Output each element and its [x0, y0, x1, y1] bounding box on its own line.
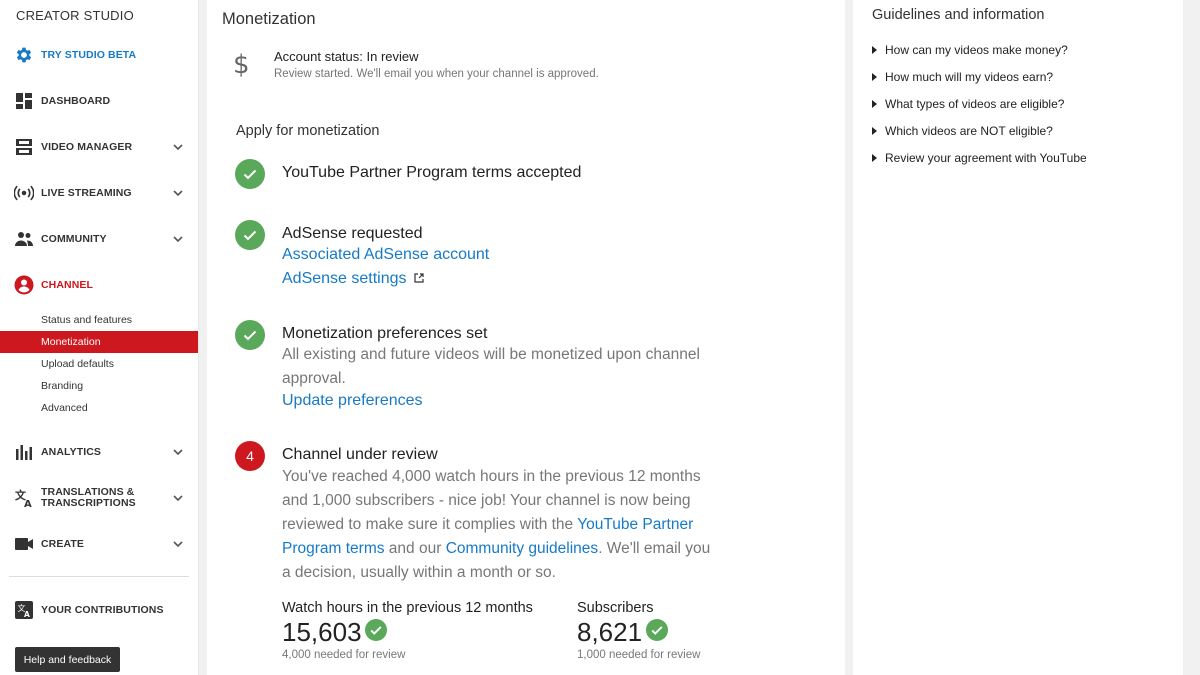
sidebar-item-your-contributions[interactable]: 文A YOUR CONTRIBUTIONS	[0, 595, 199, 625]
sidebar-divider	[9, 576, 189, 577]
watch-hours-value: 15,603	[282, 617, 362, 647]
sidebar-subitem-upload-defaults[interactable]: Upload defaults	[0, 353, 198, 375]
guideline-item[interactable]: How can my videos make money?	[872, 43, 1068, 57]
account-status-detail: Review started. We'll email you when you…	[274, 68, 599, 80]
sidebar-subitem-branding[interactable]: Branding	[0, 375, 198, 397]
guidelines-title: Guidelines and information	[872, 7, 1045, 23]
sidebar-item-label: VIDEO MANAGER	[41, 140, 133, 153]
dashboard-icon	[14, 91, 34, 111]
subscribers-value: 8,621	[577, 617, 643, 647]
sidebar-item-create[interactable]: CREATE	[0, 529, 199, 559]
community-guidelines-link[interactable]: Community guidelines	[446, 540, 599, 557]
account-circle-icon	[14, 275, 34, 295]
guidelines-panel: Guidelines and information How can my vi…	[853, 0, 1183, 675]
sidebar-item-video-manager[interactable]: VIDEO MANAGER	[0, 132, 199, 162]
sidebar-item-analytics[interactable]: ANALYTICS	[0, 437, 199, 467]
sidebar-item-label: DASHBOARD	[41, 94, 111, 107]
help-and-feedback-button[interactable]: Help and feedback	[15, 647, 120, 672]
analytics-icon	[14, 442, 34, 462]
guideline-label: What types of videos are eligible?	[885, 97, 1065, 111]
triangle-right-icon	[872, 73, 877, 81]
chevron-down-icon[interactable]	[171, 537, 185, 551]
video-camera-icon	[14, 534, 34, 554]
watch-hours-requirement: 4,000 needed for review	[282, 649, 406, 661]
sidebar-subitem-monetization[interactable]: Monetization	[0, 331, 198, 353]
step-description: You've reached 4,000 watch hours in the …	[282, 465, 722, 585]
guideline-item[interactable]: How much will my videos earn?	[872, 70, 1053, 84]
translate-icon: 文A	[14, 488, 34, 508]
adsense-settings-link[interactable]: AdSense settings	[282, 270, 424, 288]
check-icon	[235, 159, 265, 189]
triangle-right-icon	[872, 127, 877, 135]
sidebar-item-label: COMMUNITY	[41, 232, 107, 245]
sidebar-item-label: YOUR CONTRIBUTIONS	[41, 603, 164, 616]
sidebar-item-channel[interactable]: CHANNEL	[0, 270, 199, 300]
svg-text:A: A	[24, 610, 30, 619]
sidebar-item-community[interactable]: COMMUNITY	[0, 224, 199, 254]
community-icon	[14, 229, 34, 249]
sidebar-subitem-status-and-features[interactable]: Status and features	[0, 309, 198, 331]
sidebar-item-dashboard[interactable]: DASHBOARD	[0, 86, 199, 116]
sidebar-item-label: ANALYTICS	[41, 445, 102, 458]
subscribers-label: Subscribers	[577, 600, 654, 616]
guideline-label: Review your agreement with YouTube	[885, 151, 1087, 165]
apply-for-monetization-heading: Apply for monetization	[236, 123, 380, 139]
step-title: YouTube Partner Program terms accepted	[282, 164, 582, 181]
studio-title: CREATOR STUDIO	[16, 8, 134, 23]
chevron-down-icon[interactable]	[171, 186, 185, 200]
chevron-down-icon[interactable]	[171, 445, 185, 459]
chevron-down-icon[interactable]	[171, 140, 185, 154]
adsense-settings-label: AdSense settings	[282, 270, 407, 287]
watch-hours-label: Watch hours in the previous 12 months	[282, 600, 533, 616]
account-status: Account status: In review	[274, 49, 419, 64]
step-text-part: and our	[384, 540, 446, 557]
sidebar-item-label: TRANSLATIONS & TRANSCRIPTIONS	[41, 486, 136, 509]
step-number-badge: 4	[235, 441, 265, 471]
contributions-icon: 文A	[14, 600, 34, 620]
external-link-icon	[414, 273, 424, 283]
page-title: Monetization	[222, 10, 316, 28]
sidebar-item-label: LIVE STREAMING	[41, 186, 132, 199]
video-manager-icon	[14, 137, 34, 157]
svg-text:A: A	[24, 499, 32, 508]
sidebar-item-label: CREATE	[41, 537, 84, 550]
check-icon	[365, 619, 387, 641]
chevron-down-icon[interactable]	[171, 232, 185, 246]
sidebar-item-live-streaming[interactable]: LIVE STREAMING	[0, 178, 199, 208]
sidebar-item-try-studio-beta[interactable]: TRY STUDIO BETA	[0, 40, 199, 70]
sidebar-item-translations[interactable]: 文A TRANSLATIONS & TRANSCRIPTIONS	[0, 483, 199, 513]
sidebar-item-label: TRY STUDIO BETA	[41, 48, 137, 61]
triangle-right-icon	[872, 154, 877, 162]
chevron-down-icon[interactable]	[171, 491, 185, 505]
guideline-item[interactable]: Review your agreement with YouTube	[872, 151, 1087, 165]
step-title: AdSense requested	[282, 225, 423, 242]
sidebar-subitem-advanced[interactable]: Advanced	[0, 397, 198, 419]
guideline-item[interactable]: What types of videos are eligible?	[872, 97, 1064, 111]
check-icon	[235, 220, 265, 250]
main-content: Monetization $ Account status: In review…	[207, 0, 845, 675]
step-description: All existing and future videos will be m…	[282, 346, 700, 387]
dollar-icon: $	[233, 50, 250, 80]
triangle-right-icon	[872, 100, 877, 108]
step-title: Channel under review	[282, 446, 438, 463]
guideline-item[interactable]: Which videos are NOT eligible?	[872, 124, 1053, 138]
step-title: Monetization preferences set	[282, 325, 488, 342]
check-icon	[235, 320, 265, 350]
live-streaming-icon	[14, 183, 34, 203]
gear-icon	[14, 45, 34, 65]
sidebar: CREATOR STUDIO TRY STUDIO BETA DASHBOARD…	[0, 0, 199, 675]
sidebar-item-label: CHANNEL	[41, 278, 94, 291]
triangle-right-icon	[872, 46, 877, 54]
guideline-label: Which videos are NOT eligible?	[885, 124, 1053, 138]
associated-adsense-account-link[interactable]: Associated AdSense account	[282, 246, 489, 264]
guideline-label: How much will my videos earn?	[885, 70, 1054, 84]
update-preferences-link[interactable]: Update preferences	[282, 392, 423, 410]
check-icon	[646, 619, 668, 641]
guideline-label: How can my videos make money?	[885, 43, 1068, 57]
subscribers-requirement: 1,000 needed for review	[577, 649, 701, 661]
